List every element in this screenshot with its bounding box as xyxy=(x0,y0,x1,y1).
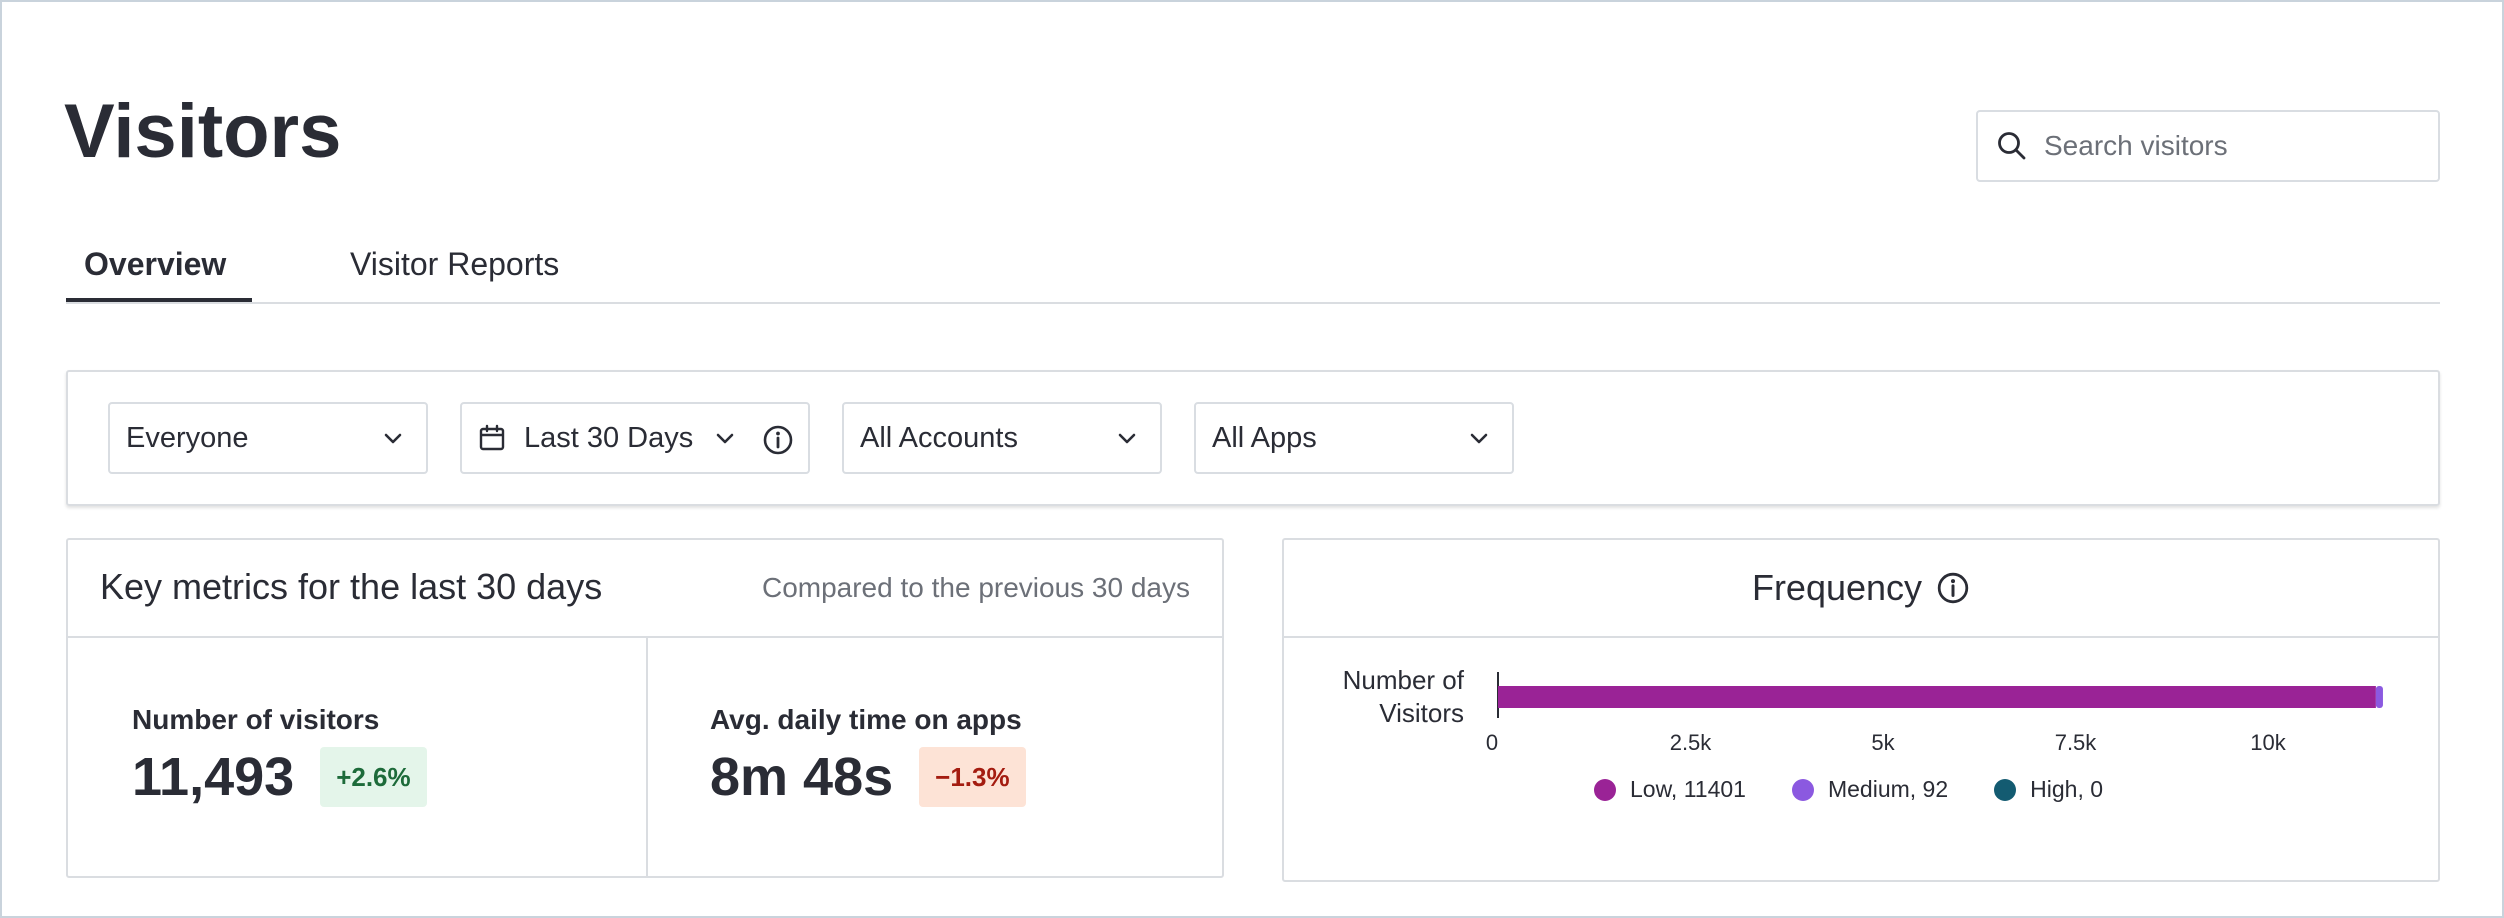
filter-bar: Everyone Last 30 Days All Accounts All A… xyxy=(66,370,2440,506)
apps-dropdown-value: All Apps xyxy=(1212,421,1317,454)
info-icon[interactable] xyxy=(762,424,794,456)
x-tick-label: 0 xyxy=(1486,730,1498,755)
change-badge: +2.6% xyxy=(320,747,427,807)
chevron-down-icon xyxy=(716,433,734,444)
tab-bar: Overview Visitor Reports xyxy=(66,242,2440,304)
x-tick-label: 5k xyxy=(1871,730,1895,755)
legend-label: Medium, 92 xyxy=(1827,776,1949,802)
x-tick-label: 7.5k xyxy=(2055,730,2098,755)
key-metrics-subtitle: Compared to the previous 30 days xyxy=(761,572,1190,603)
visitors-page: Visitors Overview Visitor Reports Everyo… xyxy=(0,0,2504,918)
accounts-dropdown[interactable]: All Accounts xyxy=(842,402,1162,474)
chart-legend: Low, 11401 Medium, 92 High, 0 xyxy=(1594,776,2149,803)
legend-label: Low, 11401 xyxy=(1630,776,1746,802)
bar-segment-medium[interactable] xyxy=(2375,686,2383,708)
bar-segment-low[interactable] xyxy=(1498,686,2376,708)
page-title: Visitors xyxy=(64,89,342,174)
frequency-header: Frequency xyxy=(1284,540,2438,638)
date-range-dropdown[interactable]: Last 30 Days xyxy=(460,402,810,474)
change-badge: −1.3% xyxy=(919,747,1026,807)
chevron-down-icon xyxy=(384,433,402,444)
legend-item-high[interactable]: High, 0 xyxy=(1994,776,2103,803)
frequency-title: Frequency xyxy=(1751,567,1923,608)
frequency-card: Frequency Number of Visitors 0 2.5k 5k 7.5k… xyxy=(1282,538,2440,882)
legend-dot xyxy=(1791,778,1814,801)
legend-dot xyxy=(1594,778,1616,801)
metric-value: 8m 48s xyxy=(710,747,894,807)
segment-dropdown-value: Everyone xyxy=(126,421,249,454)
x-tick-label: 2.5k xyxy=(1670,730,1713,755)
metrics-divider xyxy=(646,638,648,878)
legend-label: High, 0 xyxy=(2030,776,2104,802)
date-range-dropdown-value: Last 30 Days xyxy=(524,421,694,454)
segment-dropdown[interactable]: Everyone xyxy=(108,402,428,474)
metric-label: Number of visitors xyxy=(132,704,380,735)
legend-item-low[interactable]: Low, 11401 xyxy=(1594,776,1746,803)
chevron-down-icon xyxy=(1118,433,1136,444)
x-tick-label: 10k xyxy=(2250,730,2286,755)
tab-overview[interactable]: Overview xyxy=(66,246,252,302)
metric-label: Avg. daily time on apps xyxy=(710,704,1022,735)
search-icon xyxy=(1998,132,2026,160)
legend-dot xyxy=(1994,778,2017,801)
metric-avg-time: Avg. daily time on apps 8m 48s −1.3% xyxy=(710,704,1026,808)
info-icon[interactable] xyxy=(1936,571,1970,605)
key-metrics-header: Key metrics for the last 30 days Compare… xyxy=(68,540,1222,638)
key-metrics-title: Key metrics for the last 30 days xyxy=(100,566,603,607)
apps-dropdown[interactable]: All Apps xyxy=(1194,402,1514,474)
calendar-icon xyxy=(479,424,505,451)
frequency-chart: 0 2.5k 5k 7.5k 10k xyxy=(1486,672,2383,755)
tab-visitor-reports[interactable]: Visitor Reports xyxy=(350,246,559,302)
metric-value: 11,493 xyxy=(132,747,295,807)
key-metrics-card: Key metrics for the last 30 days Compare… xyxy=(66,538,1224,878)
search-box[interactable] xyxy=(1976,110,2440,182)
chevron-down-icon xyxy=(1470,433,1488,444)
search-input[interactable] xyxy=(2044,130,2424,162)
metric-visitors: Number of visitors 11,493 +2.6% xyxy=(132,704,427,808)
accounts-dropdown-value: All Accounts xyxy=(860,421,1018,454)
legend-item-medium[interactable]: Medium, 92 xyxy=(1791,776,1949,803)
